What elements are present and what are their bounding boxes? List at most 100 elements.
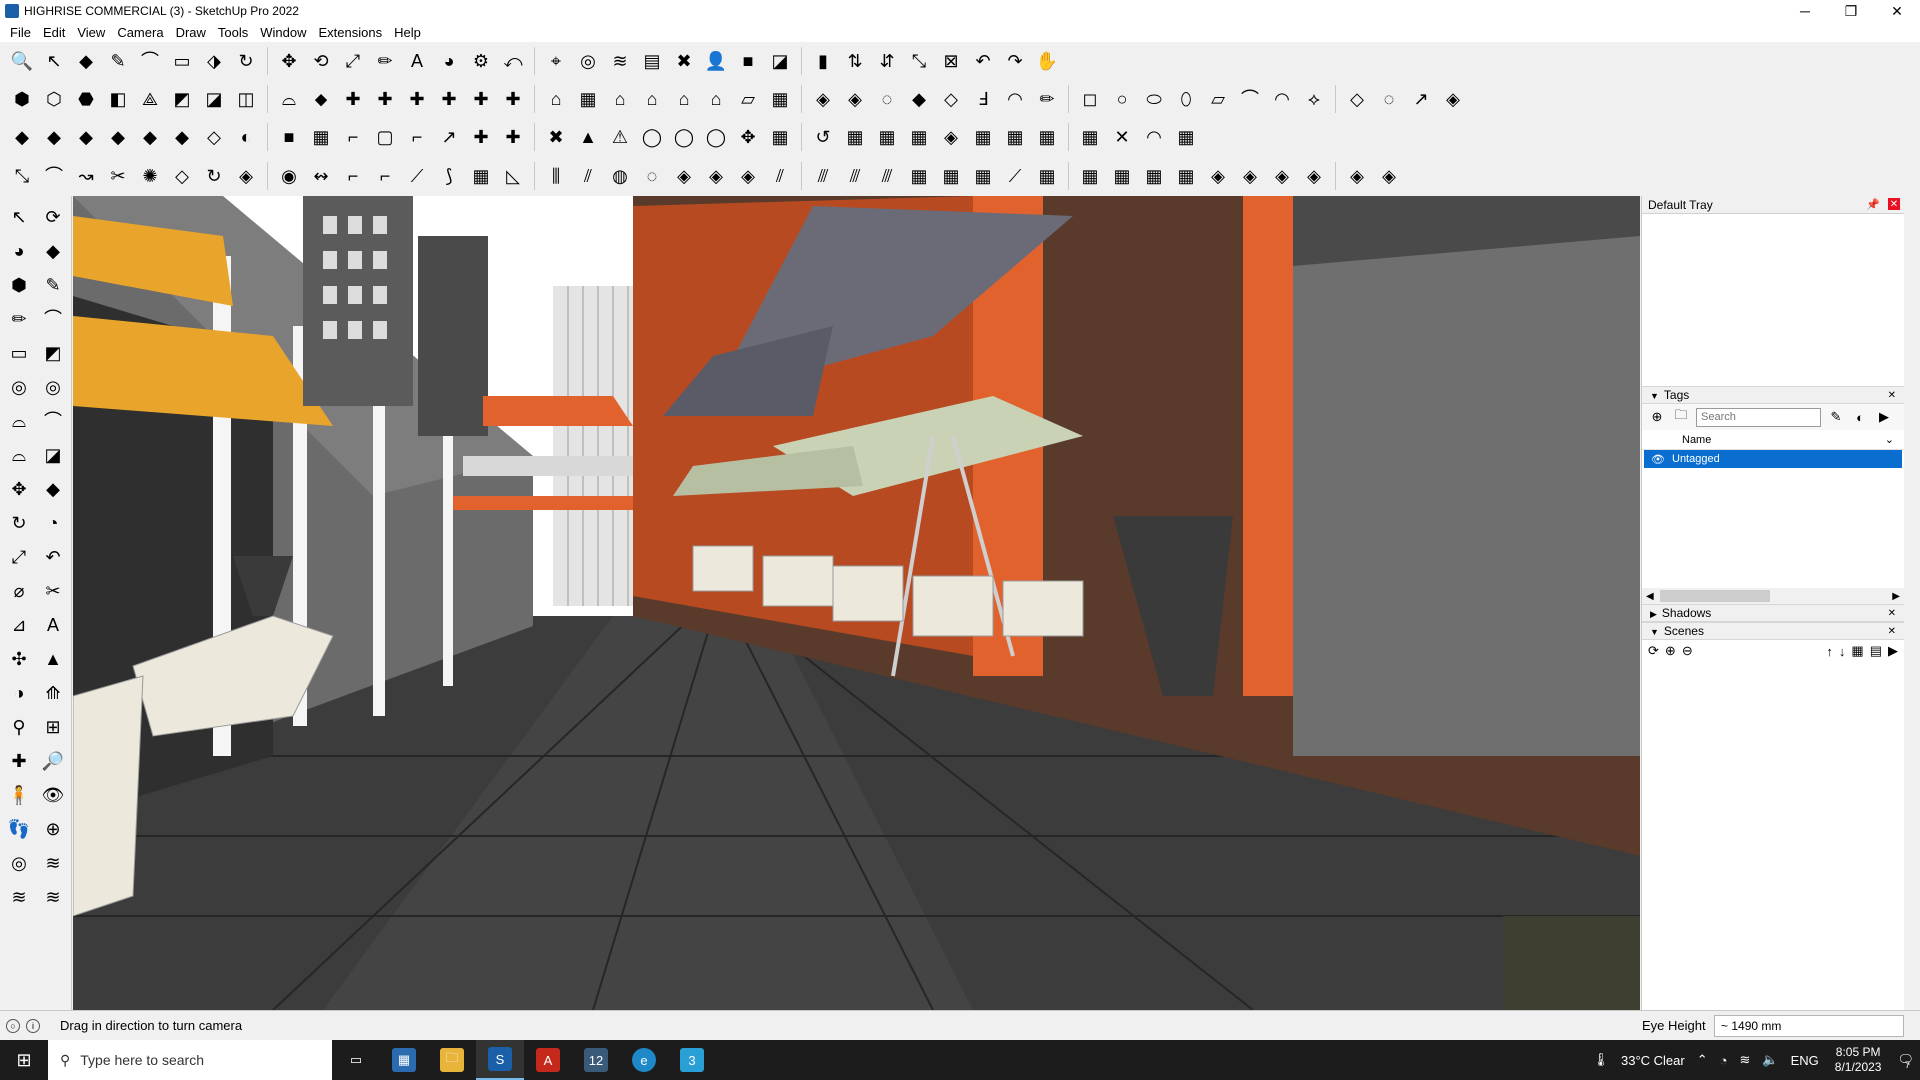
tool-icon[interactable]: ▦: [841, 123, 869, 151]
tool-icon[interactable]: ✚: [499, 123, 527, 151]
add-tag-icon[interactable]: ⊕: [1648, 408, 1666, 426]
menu-window[interactable]: Window: [260, 25, 306, 40]
tool-icon[interactable]: ↷: [1001, 47, 1029, 75]
tool-icon[interactable]: ✚: [339, 85, 367, 113]
tool-icon[interactable]: ▦: [905, 162, 933, 190]
tool-icon[interactable]: ◯: [638, 123, 666, 151]
tool-icon[interactable]: ⚠: [606, 123, 634, 151]
model-viewport[interactable]: [73, 196, 1640, 1010]
tool-icon[interactable]: ○: [1108, 85, 1136, 113]
tool-icon[interactable]: ◌: [638, 162, 666, 190]
tool-icon[interactable]: ◌: [1375, 85, 1403, 113]
tags-panel-header[interactable]: ▼ Tags ✕: [1642, 386, 1904, 404]
tool-icon[interactable]: ⬢: [8, 85, 36, 113]
acrobat-app[interactable]: A: [524, 1040, 572, 1080]
add-folder-icon[interactable]: 🗀: [1672, 407, 1690, 426]
tool-icon[interactable]: ◫: [232, 85, 260, 113]
tool-icon[interactable]: ⊿: [4, 610, 34, 640]
tool-icon[interactable]: ▦: [1033, 162, 1061, 190]
volume-icon[interactable]: 🔈: [1762, 1052, 1778, 1068]
tool-icon[interactable]: ◇: [200, 123, 228, 151]
tool-icon[interactable]: ◈: [1268, 162, 1296, 190]
tool-icon[interactable]: ◈: [1439, 85, 1467, 113]
tool-icon[interactable]: ◆: [40, 123, 68, 151]
tool-icon[interactable]: ◪: [766, 47, 794, 75]
tool-icon[interactable]: ▤: [638, 47, 666, 75]
tool-icon[interactable]: ▭: [4, 338, 34, 368]
tool-icon[interactable]: ⌂: [606, 85, 634, 113]
tool-icon[interactable]: ⟳: [38, 202, 68, 232]
tool-icon[interactable]: ▦: [1172, 162, 1200, 190]
tool-icon[interactable]: ▦: [766, 85, 794, 113]
scenes-panel-header[interactable]: ▼ Scenes ✕: [1642, 622, 1904, 640]
tool-icon[interactable]: ⌓: [275, 85, 303, 113]
tool-icon[interactable]: ▱: [734, 85, 762, 113]
tool-icon[interactable]: ◆: [136, 123, 164, 151]
tool-icon[interactable]: ▦: [1033, 123, 1061, 151]
tool-icon[interactable]: ◆: [168, 123, 196, 151]
tool-icon[interactable]: ◆: [104, 123, 132, 151]
tool-icon[interactable]: ◈: [1375, 162, 1403, 190]
tray-close-icon[interactable]: ✕: [1888, 198, 1900, 210]
minimize-button[interactable]: ─: [1782, 0, 1828, 22]
tool-icon[interactable]: ▦: [1172, 123, 1200, 151]
tool-icon[interactable]: ⬡: [40, 85, 68, 113]
tool-icon[interactable]: ▲: [574, 123, 602, 151]
tool-icon[interactable]: ⬯: [1172, 85, 1200, 113]
tool-icon[interactable]: ◈: [937, 123, 965, 151]
tool-icon[interactable]: ◈: [1300, 162, 1328, 190]
scenes-details-arrow-icon[interactable]: ▶: [1888, 643, 1898, 659]
tool-icon[interactable]: ▦: [1140, 162, 1168, 190]
tool-icon[interactable]: ◈: [232, 162, 260, 190]
tool-icon[interactable]: ✚: [435, 85, 463, 113]
menu-tools[interactable]: Tools: [218, 25, 248, 40]
tool-icon[interactable]: ⌐: [339, 123, 367, 151]
tool-icon[interactable]: ◪: [38, 440, 68, 470]
move-up-icon[interactable]: ↑: [1826, 644, 1833, 659]
tool-icon[interactable]: ◎: [574, 47, 602, 75]
tool-icon[interactable]: ⟡: [1300, 85, 1328, 113]
geolocation-icon[interactable]: ○: [6, 1018, 20, 1033]
tool-icon[interactable]: ✥: [275, 47, 303, 75]
tool-icon[interactable]: ✕: [1108, 123, 1136, 151]
tool-icon[interactable]: ⌐: [371, 162, 399, 190]
vertical-scrollbar[interactable]: [1904, 196, 1920, 1010]
menu-camera[interactable]: Camera: [117, 25, 163, 40]
tool-icon[interactable]: ◐: [232, 123, 260, 151]
refresh-icon[interactable]: ⟳: [1648, 643, 1659, 659]
tool-icon[interactable]: ⌒: [40, 162, 68, 190]
tool-icon[interactable]: ◪: [200, 85, 228, 113]
tool-icon[interactable]: ◕: [4, 236, 34, 266]
tool-icon[interactable]: ⇅: [841, 47, 869, 75]
tool-icon[interactable]: Ⅎ: [969, 85, 997, 113]
taskbar-search[interactable]: ⚲ Type here to search: [48, 1040, 332, 1080]
tool-icon[interactable]: ⤡: [8, 162, 36, 190]
tool-icon[interactable]: ▦: [937, 162, 965, 190]
maximize-button[interactable]: ❐: [1828, 0, 1874, 22]
tool-icon[interactable]: ✖: [670, 47, 698, 75]
tool-icon[interactable]: ▭: [168, 47, 196, 75]
tool-icon[interactable]: ⬣: [72, 85, 100, 113]
tool-icon[interactable]: ✚: [499, 85, 527, 113]
calendar-app[interactable]: 12: [572, 1040, 620, 1080]
tool-icon[interactable]: ✂: [104, 162, 132, 190]
tool-icon[interactable]: ◠: [1001, 85, 1029, 113]
tool-icon[interactable]: ⌂: [638, 85, 666, 113]
tool-icon[interactable]: ⫽: [766, 162, 794, 190]
weather-icon[interactable]: 🌡: [1592, 1052, 1609, 1068]
tool-icon[interactable]: ◈: [809, 85, 837, 113]
tool-icon[interactable]: ▦: [905, 123, 933, 151]
tool-icon[interactable]: ◈: [1343, 162, 1371, 190]
tool-icon[interactable]: ⚲: [4, 712, 34, 742]
tool-icon[interactable]: ✚: [467, 85, 495, 113]
tool-icon[interactable]: ◇: [937, 85, 965, 113]
tool-icon[interactable]: ◈: [1236, 162, 1264, 190]
tool-icon[interactable]: ■: [275, 123, 303, 151]
pin-icon[interactable]: 📌: [1866, 198, 1880, 211]
tool-icon[interactable]: ⫼: [542, 162, 570, 190]
tag-tool-icon[interactable]: ✎: [1827, 408, 1845, 426]
scroll-left-icon[interactable]: ◀: [1646, 591, 1654, 602]
tool-icon[interactable]: ▦: [467, 162, 495, 190]
remove-scene-icon[interactable]: ⊖: [1682, 643, 1693, 659]
tool-icon[interactable]: ◆: [72, 47, 100, 75]
